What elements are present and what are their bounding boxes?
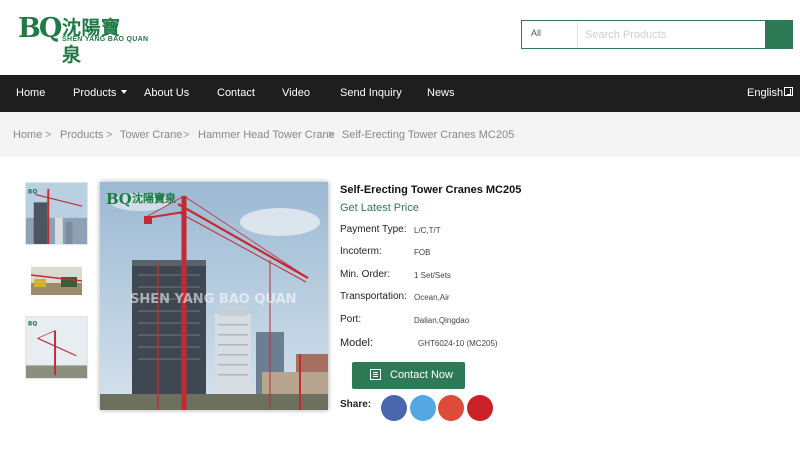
breadcrumb: Home > Products > Tower Crane > Hammer H…	[0, 112, 800, 157]
language-dropdown-icon	[784, 87, 794, 96]
share-label: Share:	[340, 399, 372, 410]
nav-item-products[interactable]: Products	[73, 75, 128, 112]
logo-mark: BQ	[18, 13, 62, 44]
message-icon	[370, 369, 381, 380]
product-title: Self-Erecting Tower Cranes MC205	[340, 184, 522, 196]
search-button[interactable]	[765, 20, 793, 49]
breadcrumb-home[interactable]: Home	[13, 129, 42, 141]
language-label: English	[747, 87, 784, 99]
facebook-share-icon[interactable]	[381, 395, 407, 421]
spec-label-model: Model:	[340, 337, 374, 349]
caret-down-icon	[121, 90, 128, 95]
nav-item-home[interactable]: Home	[16, 75, 45, 112]
nav-item-products-label: Products	[73, 87, 117, 99]
contact-now-button[interactable]: Contact Now	[352, 362, 465, 389]
spec-value-port: Dalian,Qingdao	[414, 316, 470, 325]
spec-value-incoterm: FOB	[414, 248, 431, 257]
breadcrumb-separator: >	[328, 129, 335, 141]
product-thumbnail-3[interactable]: BQ	[25, 316, 88, 379]
product-main-image[interactable]: BQ 沈陽寶泉 SHEN YANG BAO QUAN	[100, 182, 328, 410]
breadcrumb-separator: >	[45, 129, 52, 141]
pinterest-share-icon[interactable]	[467, 395, 493, 421]
main-navigation: Home Products About Us Contact Video Sen…	[0, 75, 800, 112]
nav-item-about-us[interactable]: About Us	[144, 75, 189, 112]
product-thumbnail-2[interactable]	[31, 267, 82, 295]
site-header: BQ 沈陽寶泉 SHEN YANG BAO QUAN All	[0, 0, 800, 75]
breadcrumb-tower-crane[interactable]: Tower Crane	[120, 129, 182, 141]
tower-crane-photo: BQ 沈陽寶泉 SHEN YANG BAO QUAN	[100, 182, 328, 410]
crane-photo-thumbnail: BQ	[26, 317, 87, 378]
site-logo[interactable]: BQ 沈陽寶泉 SHEN YANG BAO QUAN	[18, 12, 148, 66]
breadcrumb-separator: >	[106, 129, 113, 141]
svg-text:BQ: BQ	[28, 322, 37, 328]
nav-item-contact[interactable]: Contact	[217, 75, 255, 112]
spec-label-transportation: Transportation:	[340, 291, 407, 302]
nav-item-video[interactable]: Video	[282, 75, 310, 112]
search-icon	[765, 20, 793, 49]
search-bar: All	[521, 20, 793, 49]
breadcrumb-hammer-head[interactable]: Hammer Head Tower Crane	[198, 129, 335, 141]
google-plus-share-icon[interactable]	[438, 395, 464, 421]
nav-item-news[interactable]: News	[427, 75, 455, 112]
language-selector[interactable]: English	[747, 75, 794, 112]
svg-text:沈陽寶泉: 沈陽寶泉	[132, 191, 177, 205]
svg-text:BQ: BQ	[28, 190, 37, 196]
crane-photo-thumbnail	[31, 267, 82, 295]
spec-label-incoterm: Incoterm:	[340, 246, 382, 257]
twitter-share-icon[interactable]	[410, 395, 436, 421]
spec-value-min-order: 1 Set/Sets	[414, 271, 451, 280]
product-thumbnail-1[interactable]: BQ	[25, 182, 88, 245]
breadcrumb-current: Self-Erecting Tower Cranes MC205	[342, 129, 515, 141]
spec-value-model: GHT6024-10 (MC205)	[418, 339, 498, 348]
breadcrumb-products[interactable]: Products	[60, 129, 103, 141]
spec-value-transportation: Ocean,Air	[414, 293, 450, 302]
get-latest-price-link[interactable]: Get Latest Price	[340, 202, 419, 214]
breadcrumb-separator: >	[183, 129, 190, 141]
search-input[interactable]	[579, 21, 766, 48]
spec-label-min-order: Min. Order:	[340, 269, 391, 280]
logo-english-name: SHEN YANG BAO QUAN	[62, 36, 149, 43]
image-watermark: SHEN YANG BAO QUAN	[130, 292, 297, 307]
spec-value-payment-type: L/C,T/T	[414, 226, 441, 235]
nav-item-send-inquiry[interactable]: Send Inquiry	[340, 75, 402, 112]
svg-text:BQ: BQ	[106, 190, 132, 208]
spec-label-payment-type: Payment Type:	[340, 224, 407, 235]
crane-photo-thumbnail: BQ	[26, 183, 87, 244]
search-category-select[interactable]: All	[522, 21, 578, 48]
spec-label-port: Port:	[340, 314, 362, 325]
contact-now-label: Contact Now	[390, 369, 453, 381]
